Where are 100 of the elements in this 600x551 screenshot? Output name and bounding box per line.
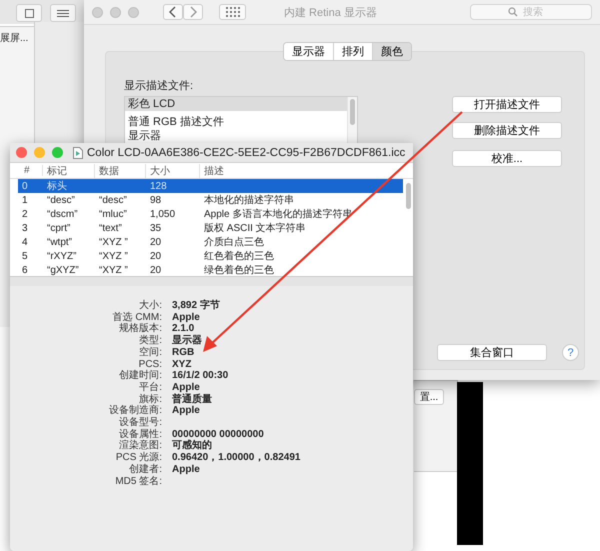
- list-icon[interactable]: [50, 4, 76, 22]
- table-row[interactable]: 4 “wtpt” “XYZ ” 20 介质白点三色: [18, 235, 403, 249]
- field-value: Apple: [172, 312, 201, 324]
- field-value: 可感知的: [172, 440, 213, 452]
- search-icon: [508, 7, 518, 17]
- column-header[interactable]: 标记: [43, 164, 95, 178]
- table-cell-text: 128: [149, 180, 168, 192]
- table-cell-text: “XYZ ”: [98, 236, 129, 248]
- column-header[interactable]: 大小: [146, 164, 200, 178]
- field-value: Apple: [172, 382, 201, 393]
- field-label: MD5 签名:: [114, 476, 162, 488]
- close-icon[interactable]: [92, 6, 103, 18]
- field-label: 类型:: [138, 335, 162, 346]
- field-label: 渲染意图:: [118, 440, 162, 452]
- table-cell-text: 35: [149, 222, 162, 234]
- gather-windows-button[interactable]: 集合窗口: [437, 344, 547, 361]
- field-label: 设备属性:: [118, 428, 162, 440]
- field-value: 00000000 00000000: [172, 428, 265, 440]
- settings-button[interactable]: 置...: [414, 389, 444, 405]
- tab-label[interactable]: 展屏...: [0, 31, 28, 45]
- table-cell-text: 5: [21, 250, 29, 262]
- field-value: RGB: [172, 346, 196, 359]
- search-field[interactable]: 搜索: [470, 4, 592, 20]
- table-cell-text: 绿色着色的三色: [203, 264, 275, 276]
- field-value: 2.1.0: [172, 323, 196, 334]
- field-label: PCS 光源:: [114, 452, 162, 464]
- table-cell-text: 标头: [46, 180, 68, 193]
- table-cell-text: “dscm”: [46, 208, 79, 220]
- field-label: 规格版本:: [118, 323, 162, 334]
- field-value: Apple: [172, 464, 201, 476]
- sidebar-icon[interactable]: [16, 4, 42, 22]
- field-value: XYZ: [172, 358, 192, 370]
- help-button[interactable]: ?: [562, 344, 579, 361]
- table-cell-text: “cprt”: [46, 222, 72, 234]
- grid-button[interactable]: [219, 4, 246, 20]
- document-icon: [73, 146, 83, 158]
- table-row[interactable]: 5 “rXYZ” “XYZ ” 20 红色着色的三色: [18, 249, 403, 263]
- field-value: 0.96420，1.00000，0.82491: [172, 452, 302, 464]
- column-header[interactable]: #: [18, 165, 43, 176]
- zoom-icon[interactable]: [52, 147, 63, 158]
- table-cell-text: “XYZ ”: [98, 264, 129, 276]
- table-cell-text: 2: [21, 208, 29, 220]
- table-cell-text: “text”: [98, 222, 123, 234]
- field-value: 普通质量: [172, 394, 213, 406]
- table-cell-text: “gXYZ”: [46, 264, 80, 276]
- table-cell-text: 红色着色的三色: [203, 250, 275, 263]
- table-row[interactable]: 6 “gXYZ” “XYZ ” 20 绿色着色的三色: [18, 263, 403, 276]
- back-button[interactable]: [163, 4, 183, 20]
- minimize-icon[interactable]: [110, 6, 121, 18]
- table-cell-text: 1,050: [149, 208, 176, 220]
- field-label: 创建时间:: [118, 370, 162, 382]
- chevron-left-icon: [169, 6, 177, 18]
- table-cell-text: 20: [149, 264, 162, 276]
- profile-item[interactable]: 普通 RGB 描述文件: [125, 115, 347, 129]
- table-cell-text: 3: [21, 222, 29, 234]
- column-header[interactable]: 数据: [95, 164, 146, 178]
- table-cell-text: “desc”: [46, 194, 76, 206]
- table-cell-text: “mluc”: [98, 208, 128, 220]
- tab[interactable]: 显示器: [284, 43, 334, 60]
- field-label: 平台:: [138, 382, 162, 394]
- scrollbar[interactable]: [347, 97, 357, 143]
- profile-item[interactable]: 彩色 LCD: [125, 97, 347, 111]
- action-button[interactable]: 打开描述文件: [452, 96, 562, 113]
- table-cell-text: 版权 ASCII 文本字符串: [203, 222, 307, 235]
- table-cell-text: 本地化的描述字符串: [203, 194, 295, 207]
- table-cell-text: “XYZ ”: [98, 250, 129, 262]
- table-cell-text: 1: [21, 194, 29, 206]
- table-row[interactable]: 1 “desc” “desc” 98 本地化的描述字符串: [18, 193, 403, 207]
- close-icon[interactable]: [16, 147, 27, 158]
- window-title: 内建 Retina 显示器: [284, 6, 377, 20]
- action-button[interactable]: 校准...: [452, 150, 562, 167]
- action-button[interactable]: 删除描述文件: [452, 122, 562, 139]
- window-title: Color LCD-0AA6E386-CE2C-5EE2-CC95-F2B67DCDF861.icc: [87, 146, 406, 158]
- field-label: 首选 CMM:: [112, 312, 162, 323]
- table-cell-text: “rXYZ”: [46, 250, 78, 262]
- profile-label: 显示描述文件:: [124, 78, 194, 93]
- table-row[interactable]: 3 “cprt” “text” 35 版权 ASCII 文本字符串: [18, 221, 403, 235]
- zoom-icon[interactable]: [128, 6, 139, 18]
- profile-item[interactable]: 显示器: [125, 129, 347, 143]
- table-cell-text: 4: [21, 236, 29, 248]
- splitter-handle[interactable]: [10, 276, 413, 286]
- field-value: Apple: [172, 405, 201, 418]
- field-label: 旗标:: [139, 394, 162, 405]
- table-cell-text: “wtpt”: [46, 236, 73, 248]
- tab[interactable]: 颜色: [373, 43, 411, 60]
- column-header[interactable]: 描述: [200, 164, 400, 178]
- table-cell-text: 0: [21, 180, 29, 192]
- field-label: PCS:: [138, 358, 162, 370]
- field-label: 设备制造商:: [108, 405, 162, 416]
- table-cell-text: 20: [149, 250, 162, 262]
- field-value: 16/1/2 00:30: [172, 370, 230, 382]
- table-row[interactable]: 0 标头 128: [18, 179, 403, 193]
- table-cell-text: 20: [149, 236, 162, 248]
- field-value: 3,892 字节: [172, 300, 221, 312]
- field-label: 创建者:: [128, 464, 162, 476]
- minimize-icon[interactable]: [34, 147, 45, 158]
- field-label: 大小:: [138, 300, 162, 312]
- grid-icon: [226, 7, 240, 17]
- table-cell-text: “desc”: [98, 194, 128, 206]
- table-cell-text: 98: [149, 194, 162, 206]
